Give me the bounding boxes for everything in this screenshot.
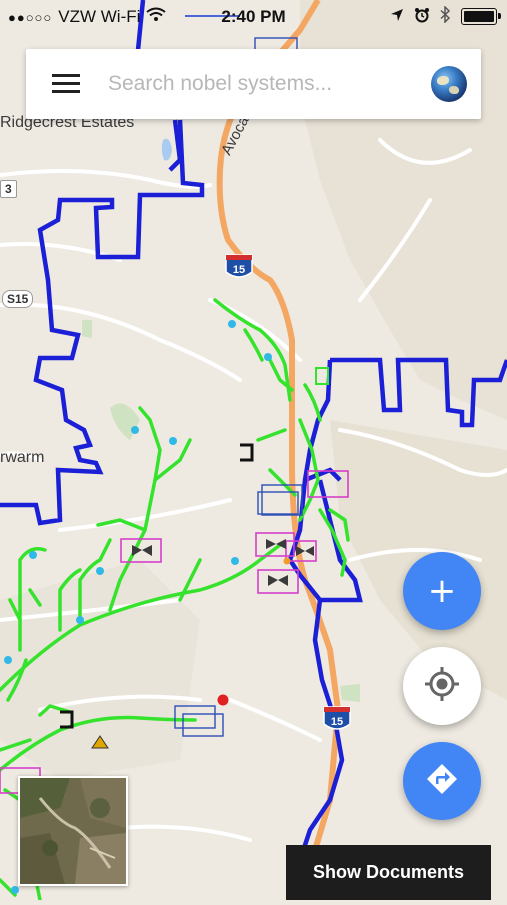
my-location-button[interactable]	[403, 647, 481, 725]
highway-shield-label-2: 15	[331, 716, 343, 728]
place-label-warm: rwarm	[0, 449, 45, 466]
bluetooth-icon	[440, 5, 451, 27]
directions-icon	[425, 762, 459, 801]
alarm-clock-icon	[414, 7, 430, 27]
search-bar	[26, 49, 481, 119]
search-input[interactable]	[106, 71, 410, 97]
location-arrow-icon	[390, 8, 404, 26]
plus-icon: +	[427, 571, 457, 611]
satellite-layer-thumbnail[interactable]	[18, 776, 128, 886]
route-label-s15: S15	[2, 290, 34, 308]
status-bar: ●●○○○ VZW Wi-Fi 2:40 PM	[0, 0, 507, 34]
add-button[interactable]: +	[403, 552, 481, 630]
globe-icon[interactable]	[431, 66, 467, 102]
show-documents-button[interactable]: Show Documents	[286, 845, 491, 900]
highway-shield-label: 15	[233, 264, 245, 276]
route-label-3: 3	[0, 180, 17, 198]
battery-icon	[461, 8, 501, 25]
crosshair-icon	[423, 665, 461, 708]
directions-button[interactable]	[403, 742, 481, 820]
hamburger-menu-icon[interactable]	[52, 74, 80, 94]
